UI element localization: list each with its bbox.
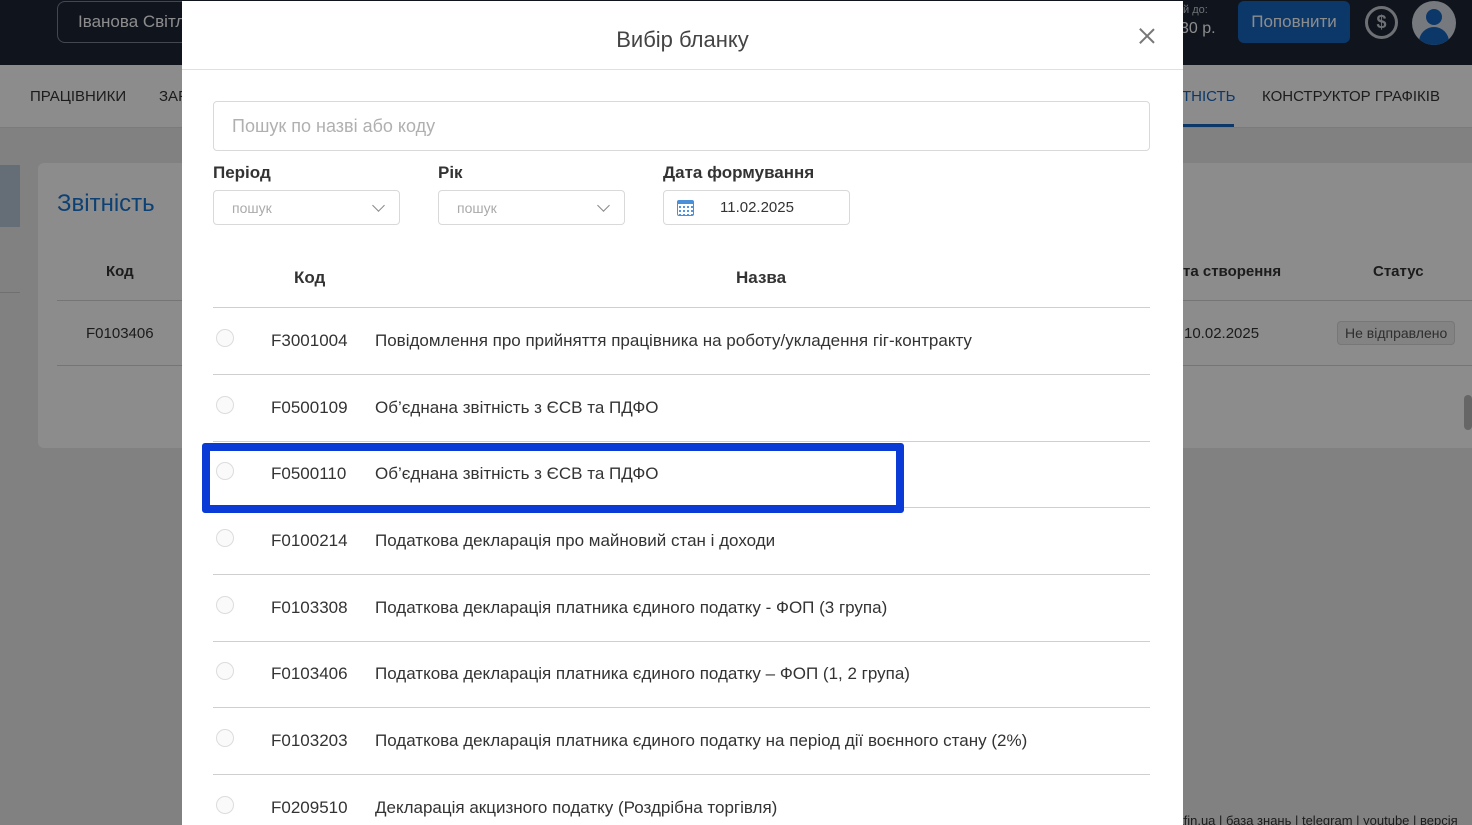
form-name: Об’єднана звітність з ЄСВ та ПДФО — [375, 398, 659, 417]
form-code: F0209510 — [271, 798, 348, 817]
year-select[interactable]: пошук — [438, 190, 625, 225]
form-code: F0103308 — [271, 598, 348, 617]
form-code: F3001004 — [271, 331, 348, 350]
modal-title: Вибір бланку — [616, 27, 749, 52]
form-radio[interactable] — [216, 529, 234, 547]
form-row[interactable]: F0100214 Податкова декларація про майнов… — [213, 508, 1150, 575]
form-radio[interactable] — [216, 662, 234, 680]
form-code: F0103406 — [271, 664, 348, 683]
form-code: F0500110 — [271, 464, 347, 483]
form-name: Повідомлення про прийняття працівника на… — [375, 331, 972, 350]
form-code: F0100214 — [271, 531, 348, 550]
form-radio[interactable] — [216, 796, 234, 814]
form-row[interactable]: F0500109 Об’єднана звітність з ЄСВ та ПД… — [213, 375, 1150, 442]
form-radio[interactable] — [216, 329, 234, 347]
form-name: Податкова декларація платника єдиного по… — [375, 598, 888, 617]
form-select-modal: Вибір бланку Період пошук Рік пошук Дата… — [182, 1, 1183, 825]
form-row[interactable]: F3001004 Повідомлення про прийняття прац… — [213, 308, 1150, 375]
form-row[interactable]: F0103406 Податкова декларація платника є… — [213, 641, 1150, 708]
search-input[interactable] — [213, 101, 1150, 151]
form-row[interactable]: F0103308 Податкова декларація платника є… — [213, 575, 1150, 642]
form-radio[interactable] — [216, 462, 234, 480]
column-header-name: Назва — [736, 268, 787, 287]
form-row[interactable]: F0500110 Об’єднана звітність з ЄСВ та ПД… — [213, 441, 1150, 508]
form-name: Податкова декларація про майновий стан і… — [375, 531, 776, 550]
form-radio[interactable] — [216, 396, 234, 414]
form-name: Податкова декларація платника єдиного по… — [375, 664, 910, 683]
column-header-code: Код — [294, 268, 326, 287]
calendar-icon[interactable] — [677, 200, 694, 216]
date-picker[interactable]: 11.02.2025 — [663, 190, 850, 225]
form-radio[interactable] — [216, 596, 234, 614]
form-row[interactable]: F0103203 Податкова декларація платника є… — [213, 708, 1150, 775]
year-placeholder: пошук — [457, 200, 497, 216]
modal-header: Вибір бланку — [182, 1, 1183, 70]
period-label: Період — [213, 163, 271, 182]
form-code: F0500109 — [271, 398, 348, 417]
date-value: 11.02.2025 — [720, 199, 794, 216]
form-name: Об’єднана звітність з ЄСВ та ПДФО — [375, 464, 659, 483]
period-placeholder: пошук — [232, 200, 272, 216]
chevron-down-icon — [597, 199, 610, 212]
form-row[interactable]: F0209510 Декларація акцизного податку (Р… — [213, 775, 1150, 825]
form-name: Податкова декларація платника єдиного по… — [375, 731, 1028, 750]
form-code: F0103203 — [271, 731, 348, 750]
chevron-down-icon — [372, 199, 385, 212]
date-label: Дата формування — [663, 163, 815, 182]
period-select[interactable]: пошук — [213, 190, 400, 225]
close-icon[interactable] — [1136, 25, 1158, 47]
year-label: Рік — [438, 163, 463, 182]
form-name: Декларація акцизного податку (Роздрібна … — [375, 798, 778, 817]
form-radio[interactable] — [216, 729, 234, 747]
